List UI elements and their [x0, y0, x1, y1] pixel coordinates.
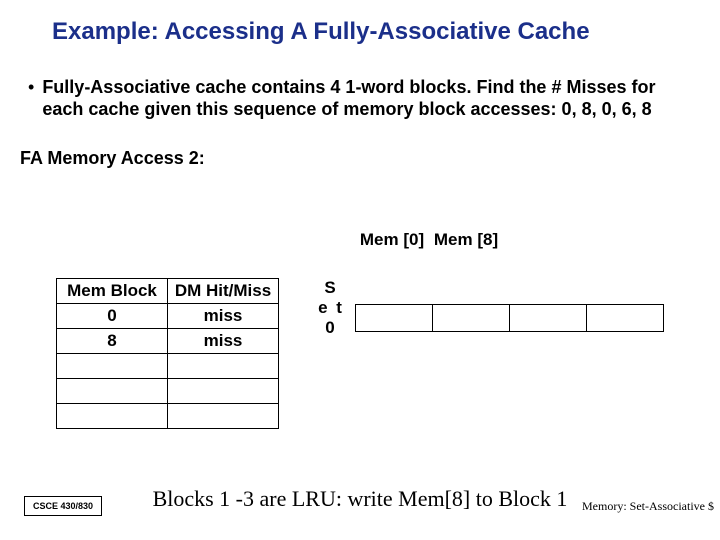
mem-header-1: Mem [8]	[429, 230, 503, 250]
cell	[433, 305, 510, 332]
col-mem-block: Mem Block	[57, 279, 168, 304]
access-table: Mem Block DM Hit/Miss 0 miss 8 miss	[56, 278, 279, 429]
slide-title: Example: Accessing A Fully-Associative C…	[0, 0, 720, 46]
cell: 0	[57, 304, 168, 329]
cell	[356, 305, 433, 332]
cell	[168, 404, 279, 429]
footer: CSCE 430/830 Blocks 1 -3 are LRU: write …	[0, 486, 720, 516]
cell	[57, 354, 168, 379]
table-row	[57, 379, 279, 404]
cache-table	[355, 304, 664, 332]
table-row	[356, 305, 664, 332]
cell: miss	[168, 304, 279, 329]
mem-header-0: Mem [0]	[355, 230, 429, 250]
subheading: FA Memory Access 2:	[0, 120, 720, 169]
cell	[168, 354, 279, 379]
table-row: 8 miss	[57, 329, 279, 354]
set-label: S e t 0	[307, 278, 355, 338]
bullet-text: Fully-Associative cache contains 4 1-wor…	[42, 76, 680, 120]
cell	[57, 379, 168, 404]
cell	[168, 379, 279, 404]
table-row	[57, 404, 279, 429]
cell	[57, 404, 168, 429]
set-label-line: e t	[307, 298, 355, 318]
cell: miss	[168, 329, 279, 354]
footnote: Memory: Set-Associative $	[582, 499, 714, 514]
table-row: 0 miss	[57, 304, 279, 329]
cache-table-wrap: Mem [0] Mem [8]	[355, 278, 664, 332]
bullet-item: • Fully-Associative cache contains 4 1-w…	[0, 46, 720, 120]
col-dm-hitmiss: DM Hit/Miss	[168, 279, 279, 304]
table-row	[57, 354, 279, 379]
tables-area: Mem Block DM Hit/Miss 0 miss 8 miss S e …	[56, 278, 664, 429]
set-label-line: S	[307, 278, 355, 298]
cell	[587, 305, 664, 332]
set-label-line: 0	[307, 318, 355, 338]
bullet-marker: •	[28, 76, 42, 120]
cell: 8	[57, 329, 168, 354]
cell	[510, 305, 587, 332]
